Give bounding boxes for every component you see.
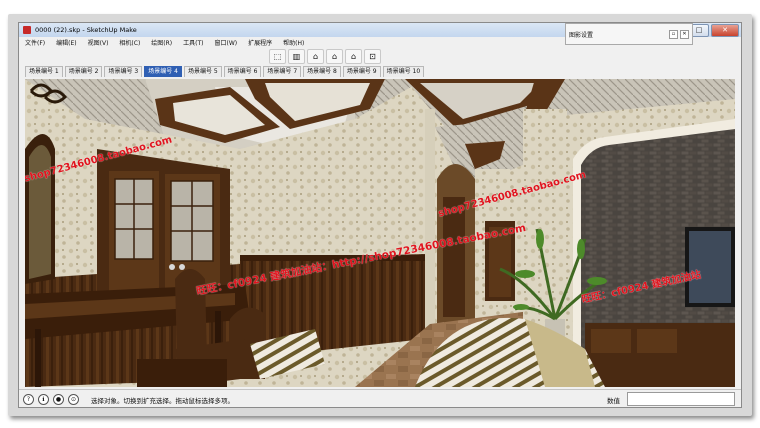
model-viewport[interactable]: shop72346008.taobao.com shop72346008.tao… bbox=[25, 79, 735, 387]
scene-tabs: 场景编号 1 场景编号 2 场景编号 3 场景编号 4 场景编号 5 场景编号 … bbox=[25, 66, 425, 77]
close-button[interactable]: ✕ bbox=[711, 24, 739, 37]
scene-tab-6[interactable]: 场景编号 6 bbox=[223, 66, 262, 77]
tray-title: 图影设置 bbox=[569, 32, 594, 39]
cylinder-icon[interactable]: ▥ bbox=[288, 49, 305, 64]
window-title: 0000 (22).skp - SketchUp Make bbox=[35, 26, 137, 34]
tray-pin-button[interactable]: ▫ bbox=[669, 30, 678, 39]
component-icon[interactable]: ⬚ bbox=[269, 49, 286, 64]
scene-tab-9[interactable]: 场景编号 9 bbox=[342, 66, 381, 77]
menu-tools[interactable]: 工具(T) bbox=[177, 37, 208, 47]
menu-camera[interactable]: 相机(C) bbox=[113, 37, 145, 47]
interior-render bbox=[25, 79, 735, 387]
menu-edit[interactable]: 编辑(E) bbox=[50, 37, 81, 47]
menu-window[interactable]: 窗口(W) bbox=[209, 37, 243, 47]
measurements-input[interactable] bbox=[627, 392, 735, 406]
menu-view[interactable]: 视图(V) bbox=[82, 37, 114, 47]
scene-tab-10[interactable]: 场景编号 10 bbox=[382, 66, 425, 77]
measurements-label: 数值 bbox=[607, 397, 620, 405]
menu-help[interactable]: 帮助(H) bbox=[277, 37, 309, 47]
geolocation-icon[interactable]: ● bbox=[53, 394, 64, 405]
status-bar: ? ℹ ● ⊙ 选择对象。切换到扩充选择。拖动鼠标选择多项。 数值 bbox=[19, 389, 741, 407]
warehouse-icon[interactable]: ⊡ bbox=[364, 49, 381, 64]
scene-tab-4[interactable]: 场景编号 4 bbox=[144, 66, 182, 77]
help-icon[interactable]: ? bbox=[23, 394, 34, 405]
scene-tab-3[interactable]: 场景编号 3 bbox=[104, 66, 143, 77]
warehouse-toolbar: ⬚ ▥ ⌂ ⌂ ⌂ ⊡ bbox=[269, 49, 381, 64]
sketchup-app-icon bbox=[23, 26, 31, 34]
info-icon[interactable]: ℹ bbox=[38, 394, 49, 405]
tray-close-button[interactable]: ✕ bbox=[680, 30, 689, 39]
scene-tab-2[interactable]: 场景编号 2 bbox=[64, 66, 103, 77]
status-message: 选择对象。切换到扩充选择。拖动鼠标选择多项。 bbox=[91, 397, 234, 405]
credits-icon[interactable]: ⊙ bbox=[68, 394, 79, 405]
sketchup-window: 0000 (22).skp - SketchUp Make – □ ✕ 文件(F… bbox=[18, 22, 742, 408]
menu-extensions[interactable]: 扩展程序 bbox=[242, 37, 277, 47]
scene-tab-5[interactable]: 场景编号 5 bbox=[183, 66, 222, 77]
shadow-settings-tray: 图影设置 ▫ ✕ bbox=[565, 23, 693, 45]
scene-tab-7[interactable]: 场景编号 7 bbox=[263, 66, 302, 77]
menu-file[interactable]: 文件(F) bbox=[19, 37, 50, 47]
house-outline-icon[interactable]: ⌂ bbox=[345, 49, 362, 64]
menu-draw[interactable]: 绘图(R) bbox=[145, 37, 177, 47]
scene-tab-8[interactable]: 场景编号 8 bbox=[303, 66, 341, 77]
scene-tab-1[interactable]: 场景编号 1 bbox=[25, 66, 63, 77]
house-icon[interactable]: ⌂ bbox=[307, 49, 324, 64]
house-open-icon[interactable]: ⌂ bbox=[326, 49, 343, 64]
